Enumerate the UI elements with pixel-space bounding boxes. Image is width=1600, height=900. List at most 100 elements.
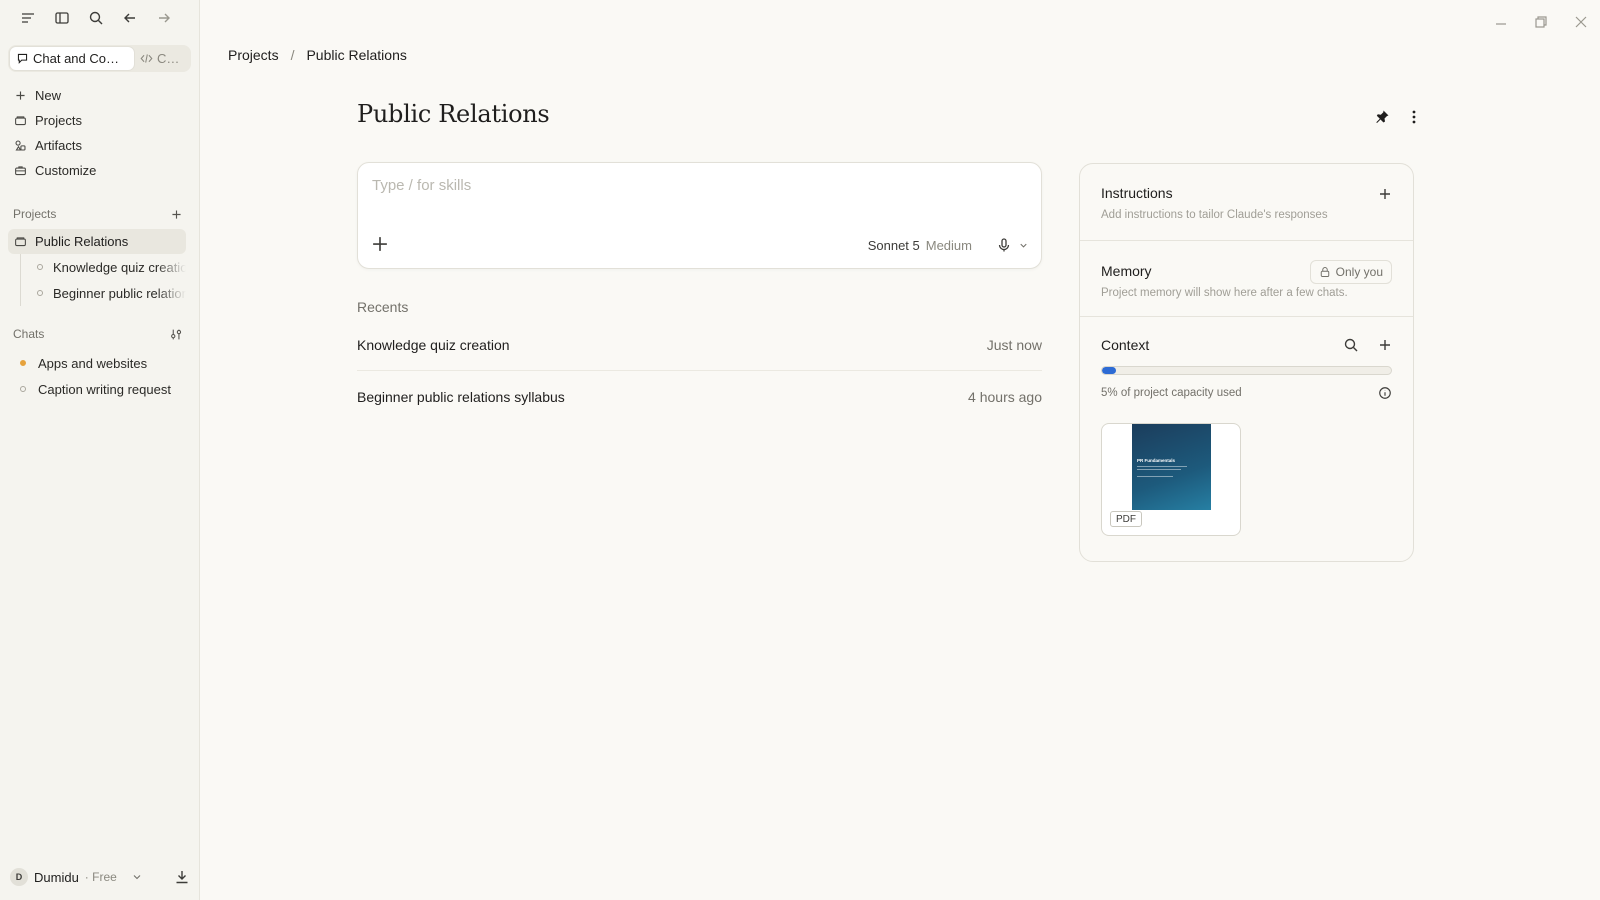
attach-button[interactable] [370,234,390,254]
recent-chat-time: Just now [986,337,1042,353]
plus-icon [1380,340,1390,350]
window-controls [1492,12,1590,32]
chat-item[interactable]: Apps and websites [8,350,186,376]
capacity-text: 5% of project capacity used [1101,387,1242,399]
sidebar-nav: New Projects Artifacts Customize [8,83,186,183]
plus-icon [16,91,25,100]
shapes-icon [15,140,26,151]
status-dot-icon [37,290,43,296]
memory-visibility-badge[interactable]: Only you [1309,260,1392,284]
projects-header-label: Projects [13,207,57,221]
forward-arrow-icon[interactable] [152,8,176,28]
project-chats-list: Knowledge quiz creation Beginner public … [20,254,186,306]
capacity-progress-fill [1102,367,1117,374]
chat-item[interactable]: Caption writing request [8,376,186,402]
pin-icon[interactable] [1372,107,1392,127]
add-instructions-button[interactable] [1377,186,1393,202]
user-name: Dumidu [34,869,79,885]
thumbnail-text-line [1137,476,1173,477]
page-title: Public Relations [357,100,550,128]
filter-chats-button[interactable] [169,327,183,341]
chat-bubble-icon [17,53,28,64]
project-knowledge-panel: Instructions Add instructions to tailor … [1079,163,1414,562]
thumbnail-text-line [1137,469,1181,470]
breadcrumb: Projects / Public Relations [228,47,407,63]
model-controls: Sonnet 5 Medium [868,237,1029,253]
more-options-icon[interactable] [1404,107,1424,127]
recent-chat-title: Knowledge quiz creation [357,337,510,353]
minimize-icon[interactable] [1492,12,1510,32]
nav-label: Customize [35,163,97,178]
model-selector[interactable]: Sonnet 5 [868,238,920,253]
thumbnail-title: PR Fundamentals [1137,458,1176,463]
recent-chat-time: 4 hours ago [968,388,1042,405]
breadcrumb-separator: / [290,47,295,63]
context-actions [1343,337,1393,353]
recent-chat-row[interactable]: Beginner public relations syllabus 4 hou… [357,371,1042,422]
recent-chat-row[interactable]: Knowledge quiz creation Just now [357,320,1042,371]
plus-icon [171,209,181,219]
nav-new-chat[interactable]: New [8,83,186,108]
mode-tab-chat[interactable]: Chat and Cow… [10,47,134,70]
context-file-card[interactable]: PR Fundamentals PDF [1101,423,1241,536]
recent-chat-title: Beginner public relations syllabus [357,388,565,405]
project-label: Public Relations [35,234,129,249]
thumbnail-text-line [1137,466,1187,467]
microphone-icon[interactable] [996,237,1012,253]
instructions-subtitle: Add instructions to tailor Claude's resp… [1101,209,1328,221]
project-chat-item[interactable]: Knowledge quiz creation [21,254,186,280]
mode-switcher: Chat and Cow… Co… [8,45,191,72]
project-chat-label: Beginner public relations syllabus [53,285,186,301]
download-icon[interactable] [174,869,190,885]
effort-selector[interactable]: Medium [926,238,972,253]
title-actions [1372,107,1424,127]
lock-icon [1320,267,1329,277]
breadcrumb-current: Public Relations [306,47,407,63]
memory-section: Memory Project memory will show here aft… [1080,241,1413,317]
sidebar-toolbar [16,8,176,28]
sidebar: Chat and Cow… Co… New Projects Artifacts… [0,0,200,900]
project-chat-item[interactable]: Beginner public relations syllabus [21,280,186,306]
memory-subtitle: Project memory will show here after a fe… [1101,287,1348,299]
mode-tab-code[interactable]: Co… [134,47,189,70]
active-dot-icon [20,360,26,366]
capacity-row: 5% of project capacity used [1101,386,1392,400]
back-arrow-icon[interactable] [118,8,142,28]
sidebar-toggle-icon[interactable] [50,8,74,28]
close-icon[interactable] [1572,12,1590,32]
menu-icon[interactable] [16,8,40,28]
user-plan: · Free [84,870,117,884]
mode-tab-label: Co… [157,51,183,66]
maximize-icon[interactable] [1532,12,1550,32]
status-dot-icon [37,264,43,270]
breadcrumb-projects-link[interactable]: Projects [228,47,279,63]
chats-section-header: Chats [13,327,183,341]
chevron-down-icon[interactable] [1018,240,1029,251]
search-context-button[interactable] [1343,337,1359,353]
search-icon[interactable] [84,8,108,28]
info-icon[interactable] [1378,386,1392,400]
chats-list: Apps and websites Caption writing reques… [8,350,186,402]
recents-list: Knowledge quiz creation Just now Beginne… [357,320,1042,422]
user-menu[interactable]: D Dumidu · Free [10,864,190,890]
status-dot-icon [20,386,26,392]
instructions-title: Instructions [1101,185,1173,201]
mode-tab-label: Chat and Cow… [33,51,128,66]
add-context-button[interactable] [1377,337,1393,353]
chevron-down-icon [133,875,141,880]
nav-label: Artifacts [35,138,82,153]
pdf-thumbnail: PR Fundamentals [1132,424,1211,510]
nav-projects[interactable]: Projects [8,108,186,133]
nav-artifacts[interactable]: Artifacts [8,133,186,158]
sidebar-project-public-relations[interactable]: Public Relations [8,229,186,254]
folder-icon [15,116,26,126]
briefcase-icon [15,166,26,176]
message-input[interactable] [372,177,1012,194]
avatar: D [10,868,28,886]
nav-customize[interactable]: Customize [8,158,186,183]
code-icon [140,54,153,63]
chats-header-label: Chats [13,327,45,341]
nav-label: New [35,88,62,103]
capacity-progress-bar [1101,366,1392,375]
add-project-button[interactable] [169,207,183,221]
